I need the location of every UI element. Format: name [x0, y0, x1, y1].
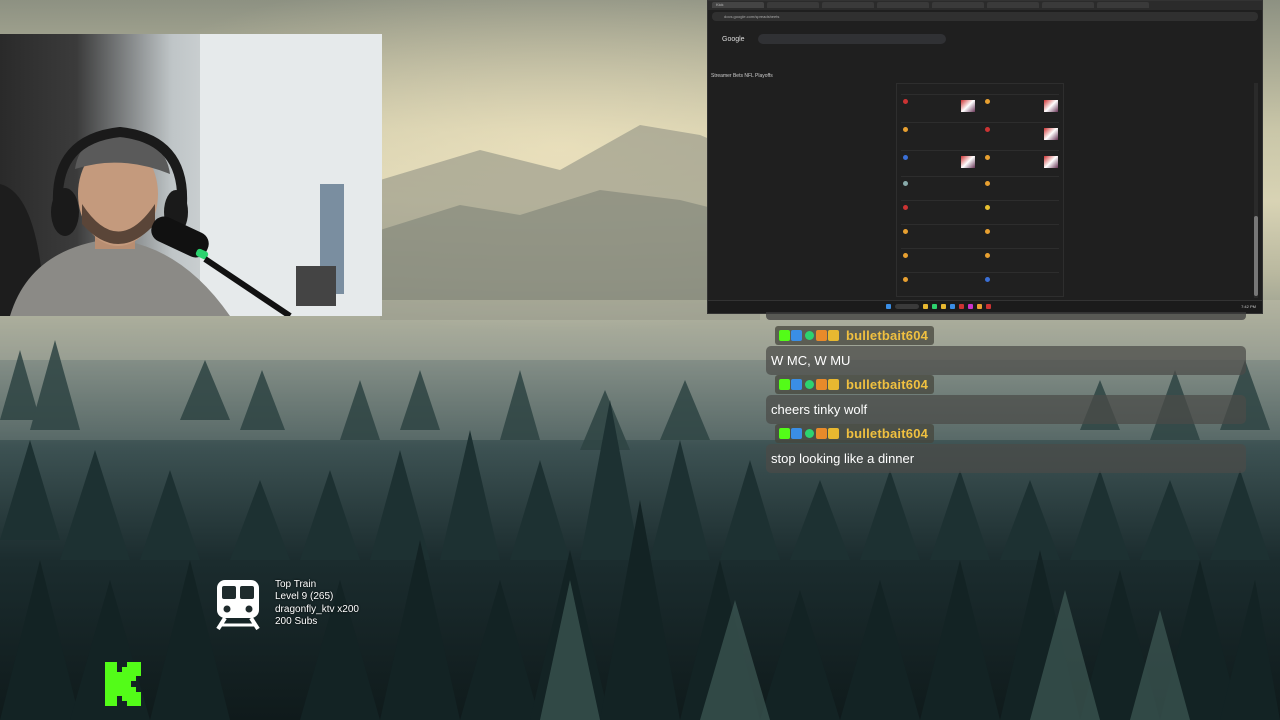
- scrollbar-thumb[interactable]: [1254, 216, 1258, 296]
- chat-username[interactable]: bulletbait604: [846, 328, 928, 343]
- spreadsheet-grid: [896, 83, 1064, 297]
- screen-share: Kick docs.google.com/spreadsheets Google…: [707, 0, 1263, 314]
- browser-tab[interactable]: [932, 2, 984, 8]
- team-icon: [903, 99, 908, 104]
- team-icon: [985, 229, 990, 234]
- chat-previous-message: [766, 312, 1246, 320]
- team-icon: [903, 127, 908, 132]
- start-icon[interactable]: [886, 304, 891, 309]
- kick-logo: [103, 662, 145, 706]
- app-icon[interactable]: [977, 304, 982, 309]
- team-icon: [985, 99, 990, 104]
- app-icon[interactable]: [986, 304, 991, 309]
- chat-message-text: W MC, W MU: [766, 346, 1246, 375]
- streamer-avatar: [1044, 156, 1058, 168]
- crown-badge-icon: [828, 428, 839, 439]
- team-icon: [985, 253, 990, 258]
- table-row: [901, 224, 1059, 247]
- team-icon: [985, 181, 990, 186]
- team-icon: [985, 127, 990, 132]
- verified-badge-icon: [805, 331, 814, 340]
- streamer-avatar: [961, 100, 975, 112]
- team-icon: [985, 155, 990, 160]
- browser-tab[interactable]: [877, 2, 929, 8]
- chat-message-text: stop looking like a dinner: [766, 444, 1246, 473]
- streamer-avatar: [1044, 100, 1058, 112]
- kick-badge-icon: [779, 379, 790, 390]
- table-row: [901, 176, 1059, 199]
- browser-tab-bar: Kick: [708, 1, 1262, 10]
- search-input[interactable]: [758, 34, 946, 44]
- chat-username-pill: bulletbait604: [775, 424, 935, 443]
- team-icon: [985, 205, 990, 210]
- browser-tab[interactable]: [822, 2, 874, 8]
- team-icon: [903, 205, 908, 210]
- chat-message-text: cheers tinky wolf: [766, 395, 1246, 424]
- top-train-widget: Top Train Level 9 (265) dragonfly_ktv x2…: [275, 579, 359, 628]
- chrome-icon[interactable]: [941, 304, 946, 309]
- crown-badge-icon: [828, 379, 839, 390]
- address-bar[interactable]: docs.google.com/spreadsheets: [712, 12, 1258, 21]
- team-icon: [903, 229, 908, 234]
- gift-badge-icon: [816, 428, 827, 439]
- kick-badge-icon: [779, 428, 790, 439]
- app-icon[interactable]: [932, 304, 937, 309]
- team-icon: [903, 277, 908, 282]
- gift-badge-icon: [816, 330, 827, 341]
- subscriber-badge-icon: [791, 428, 802, 439]
- streamer-avatar: [1044, 128, 1058, 140]
- top-train-subs: 200 Subs: [275, 615, 318, 627]
- app-icon[interactable]: [950, 304, 955, 309]
- team-icon: [985, 277, 990, 282]
- top-train-contributor: dragonfly_ktv x200: [275, 603, 359, 615]
- kick-badge-icon: [779, 330, 790, 341]
- crown-badge-icon: [828, 330, 839, 341]
- verified-badge-icon: [805, 429, 814, 438]
- chat-username-pill: bulletbait604: [775, 326, 935, 345]
- chat-username[interactable]: bulletbait604: [846, 377, 928, 392]
- webcam-feed: [0, 34, 382, 316]
- team-icon: [903, 253, 908, 258]
- google-search-bar: Google: [722, 31, 1252, 47]
- subscriber-badge-icon: [791, 379, 802, 390]
- google-logo: Google: [722, 35, 745, 43]
- folder-icon[interactable]: [923, 304, 928, 309]
- team-icon: [903, 181, 908, 186]
- subscriber-badge-icon: [791, 330, 802, 341]
- chat-username-pill: bulletbait604: [775, 375, 935, 394]
- app-icon[interactable]: [959, 304, 964, 309]
- top-train-level: Level 9 (265): [275, 591, 334, 603]
- top-train-title: Top Train: [275, 579, 317, 590]
- sheet-title: Streamer Bets NFL Playoffs: [711, 73, 773, 79]
- browser-tab[interactable]: [767, 2, 819, 8]
- chat-username[interactable]: bulletbait604: [846, 426, 928, 441]
- app-icon[interactable]: [968, 304, 973, 309]
- table-row: [901, 122, 1059, 145]
- gift-badge-icon: [816, 379, 827, 390]
- table-row: [901, 94, 1059, 117]
- taskbar-clock: 7:42 PM: [1241, 304, 1256, 309]
- table-row: [901, 200, 1059, 223]
- streamer-avatar: [961, 156, 975, 168]
- verified-badge-icon: [805, 380, 814, 389]
- browser-tab[interactable]: [1042, 2, 1094, 8]
- browser-tab[interactable]: [1097, 2, 1149, 8]
- table-row: [901, 248, 1059, 271]
- browser-tab[interactable]: Kick: [712, 2, 764, 8]
- table-row: [901, 150, 1059, 173]
- team-icon: [903, 155, 908, 160]
- train-icon: [215, 578, 261, 631]
- browser-tab[interactable]: [987, 2, 1039, 8]
- taskbar-search-input[interactable]: [895, 304, 919, 309]
- table-row: [901, 272, 1059, 295]
